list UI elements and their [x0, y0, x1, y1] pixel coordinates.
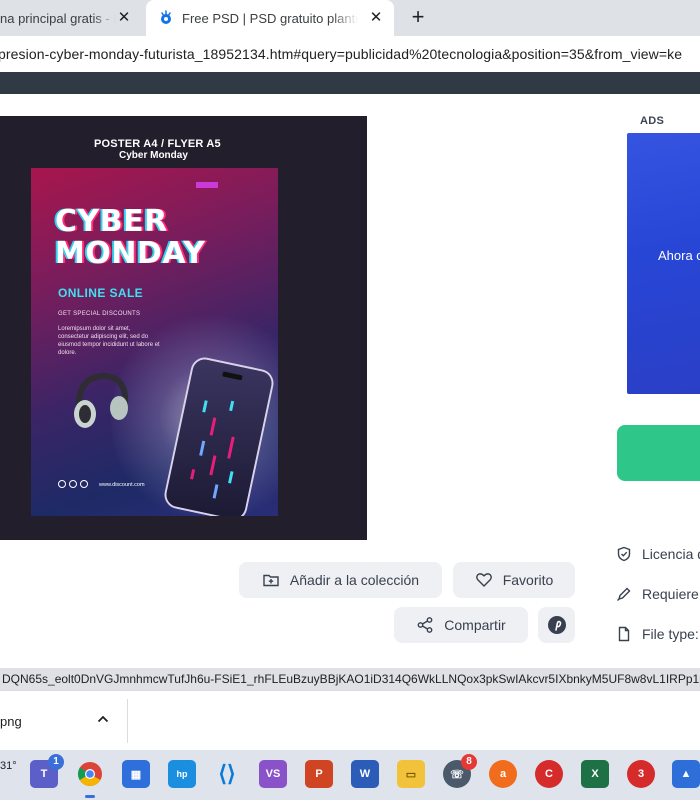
store-icon[interactable]: ▦ [122, 760, 150, 788]
new-tab-button[interactable]: + [406, 6, 430, 30]
ad-banner[interactable]: Ahora c [627, 133, 700, 394]
pen-icon [617, 587, 631, 601]
online-sale-text: ONLINE SALE [58, 286, 144, 300]
pinterest-button[interactable] [538, 607, 575, 643]
cyber-line-2: MONDAY [55, 236, 206, 271]
tab-inactive[interactable]: na principal gratis - Fl ✕ [0, 0, 142, 36]
visual-studio-icon[interactable]: VS [259, 760, 287, 788]
ad-text: Ahora c [658, 248, 700, 263]
freepik-icon [161, 10, 171, 24]
active-indicator [85, 795, 95, 798]
page-content: POSTER A4 / FLYER A5 Cyber Monday CYBER … [0, 94, 700, 668]
ccleaner-icon[interactable]: C [535, 760, 563, 788]
download-button[interactable] [617, 425, 700, 481]
weather-widget[interactable]: 31° [0, 760, 17, 772]
poster-heading: POSTER A4 / FLYER A5 [94, 138, 221, 150]
teams-badge: 1 [48, 754, 64, 770]
heart-icon [475, 573, 492, 587]
windows-taskbar: 31° T1 ▦ hp ⟨⟩ VS P W ▭ ☏ 8 a C X 3 ▲ [0, 750, 700, 800]
site-header [0, 72, 700, 94]
powerpoint-icon[interactable]: P [305, 760, 333, 788]
tab-strip: na principal gratis - Fl ✕ Free PSD | PS… [0, 0, 700, 36]
favorite-button[interactable]: Favorito [453, 562, 575, 598]
whatsapp-badge: 8 [461, 754, 477, 770]
close-icon[interactable]: ✕ [368, 10, 384, 26]
status-url-bar: DQN65s_eolt0DnVGJmnhmcwTufJh6u-FSiE1_rhF… [0, 668, 700, 690]
ads-label: ADS [640, 115, 665, 127]
tab-title: Free PSD | PSD gratuito plantilla [182, 10, 358, 26]
word-icon[interactable]: W [351, 760, 379, 788]
glitch-bar [196, 182, 218, 188]
folder-plus-icon [263, 574, 279, 587]
whatsapp-icon[interactable]: ☏ 8 [443, 754, 477, 788]
file-explorer-icon[interactable]: ▭ [397, 760, 425, 788]
flyer-artwork: CYBER MONDAY ONLINE SALE GET SPECIAL DIS… [31, 168, 278, 516]
share-label: Compartir [444, 617, 506, 633]
teams-icon[interactable]: T1 [30, 754, 64, 788]
photos-icon[interactable]: ▲ [672, 760, 700, 788]
excel-icon[interactable]: X [581, 760, 609, 788]
app-3-icon[interactable]: 3 [627, 760, 655, 788]
file-icon [618, 626, 630, 642]
divider [127, 699, 128, 743]
preview-image[interactable]: POSTER A4 / FLYER A5 Cyber Monday CYBER … [0, 116, 367, 540]
avast-icon[interactable]: a [489, 760, 517, 788]
file-type-label: File type: [642, 626, 699, 642]
site-url-text: www.discount.com [99, 482, 145, 488]
add-collection-label: Añadir a la colección [289, 572, 420, 588]
tab-title: na principal gratis - Fl [0, 10, 116, 26]
download-file-name[interactable]: png [0, 714, 22, 729]
add-collection-button[interactable]: Añadir a la colección [239, 562, 442, 598]
hp-icon[interactable]: hp [168, 760, 196, 788]
cyber-line-1: CYBER [55, 204, 168, 239]
cyber-title: CYBER MONDAY [55, 206, 205, 270]
close-icon[interactable]: ✕ [116, 10, 132, 26]
tab-active[interactable]: Free PSD | PSD gratuito plantilla ✕ [146, 0, 394, 36]
chevron-up-icon[interactable] [95, 711, 111, 727]
chrome-icon[interactable] [76, 760, 104, 788]
pinterest-icon [547, 616, 566, 634]
headphones-icon [74, 372, 129, 428]
share-icon [417, 617, 433, 633]
attribution-label: Requiere [642, 586, 699, 602]
download-shelf: png [0, 690, 700, 750]
poster-subheading: Cyber Monday [119, 150, 188, 161]
attribution-info: Requiere [616, 586, 699, 602]
license-label: Licencia d [642, 546, 700, 562]
share-button[interactable]: Compartir [394, 607, 528, 643]
license-info: Licencia d [616, 546, 700, 562]
lorem-text: Loremipsum dolor sit amet, consectetur a… [58, 326, 160, 356]
chrome-logo [78, 762, 102, 787]
vscode-icon[interactable]: ⟨⟩ [213, 760, 241, 788]
address-bar[interactable]: presion-cyber-monday-futurista_18952134.… [0, 36, 700, 72]
file-type-info: File type: [616, 626, 699, 642]
social-icons [58, 480, 88, 488]
url-text[interactable]: presion-cyber-monday-futurista_18952134.… [0, 46, 698, 62]
get-special-text: GET SPECIAL DISCOUNTS [58, 311, 141, 317]
shield-check-icon [617, 546, 631, 562]
favorite-label: Favorito [502, 572, 554, 588]
